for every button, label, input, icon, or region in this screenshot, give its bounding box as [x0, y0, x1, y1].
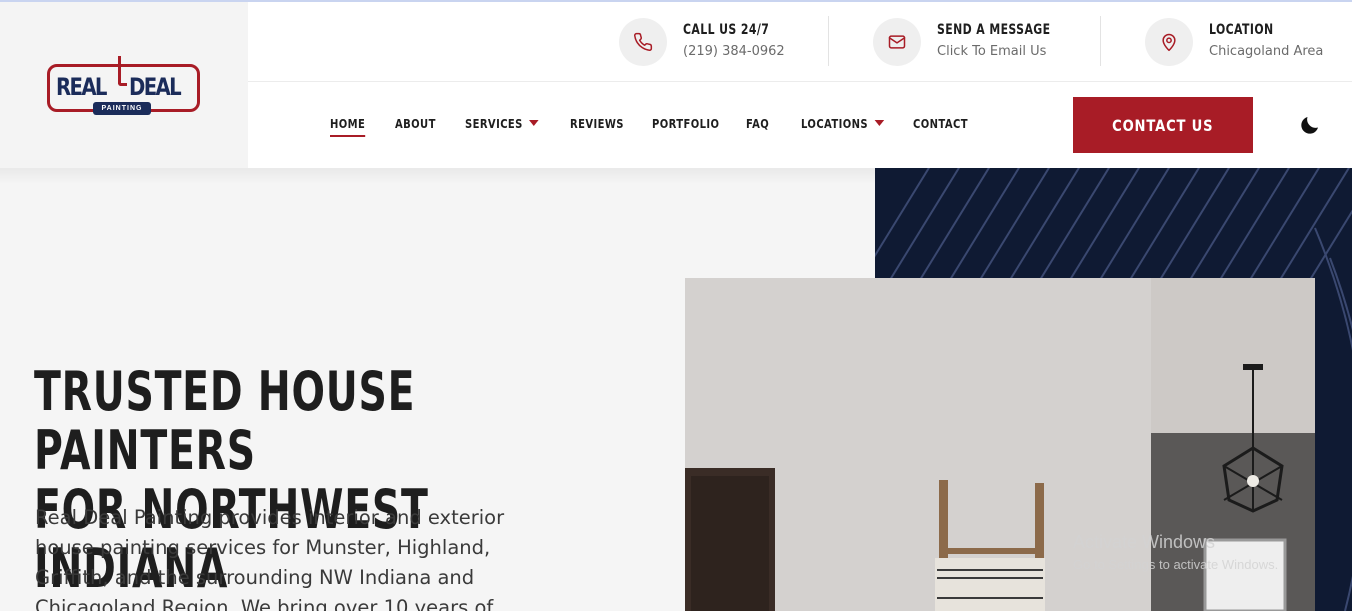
header-shadow [0, 168, 875, 184]
divider [828, 16, 829, 66]
location-value: Chicagoland Area [1209, 44, 1324, 59]
logo-paint-roller-mark [118, 56, 127, 86]
activate-windows-watermark: Activate Windows Go to Settings to activ… [1073, 532, 1278, 572]
logo-word-deal: DEAL [129, 73, 182, 101]
send-message-title: SEND A MESSAGE [937, 22, 1051, 38]
nav-faq[interactable]: FAQ [746, 116, 769, 131]
logo-badge: PAINTING [93, 102, 151, 115]
nav-locations[interactable]: LOCATIONS [801, 116, 885, 131]
contact-us-button[interactable]: CONTACT US [1073, 97, 1253, 153]
hero-heading-line-1: TRUSTED HOUSE PAINTERS [34, 360, 416, 482]
moon-icon[interactable] [1298, 113, 1322, 137]
phone-icon [619, 18, 667, 66]
nav-services-label: SERVICES [465, 116, 523, 131]
email-link[interactable]: Click To Email Us [937, 44, 1046, 59]
nav-reviews[interactable]: REVIEWS [570, 116, 624, 131]
chevron-down-icon [529, 120, 539, 126]
nav-home[interactable]: HOME [330, 116, 366, 137]
nav-contact[interactable]: CONTACT [913, 116, 968, 131]
nav-portfolio[interactable]: PORTFOLIO [652, 116, 719, 131]
contact-us-label: CONTACT US [1112, 115, 1214, 135]
logo-area: REAL DEAL PAINTING [0, 2, 248, 168]
mail-icon [873, 18, 921, 66]
location-pin-icon [1145, 18, 1193, 66]
location-title: LOCATION [1209, 22, 1274, 38]
nav-locations-label: LOCATIONS [801, 116, 869, 131]
watermark-subtitle: Go to Settings to activate Windows. [1073, 557, 1279, 572]
header-divider [248, 81, 1352, 82]
divider [1100, 16, 1101, 66]
phone-number[interactable]: (219) 384-0962 [683, 44, 785, 59]
hero-description: Real Deal Painting provides interior and… [35, 506, 505, 611]
watermark-title: Activate Windows [1073, 532, 1216, 552]
nav-about[interactable]: ABOUT [395, 116, 436, 131]
call-us-title: CALL US 24/7 [683, 22, 770, 38]
logo-word-real: REAL [56, 73, 107, 101]
nav-services[interactable]: SERVICES [465, 116, 539, 131]
chevron-down-icon [874, 120, 885, 126]
site-logo-link[interactable]: REAL DEAL PAINTING [47, 56, 201, 118]
